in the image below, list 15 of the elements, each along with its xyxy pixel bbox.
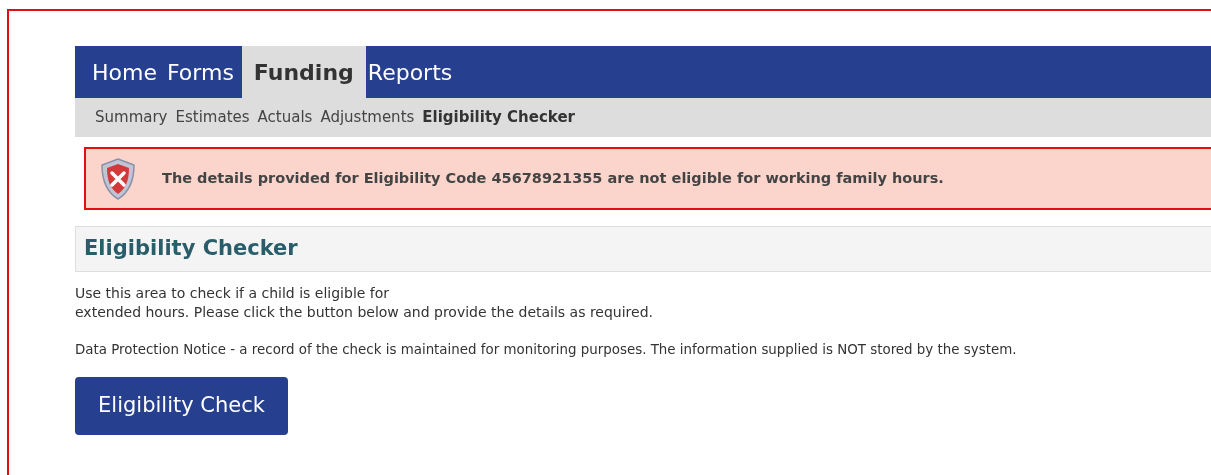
subnav-link[interactable]: Summary (95, 106, 168, 129)
subnav-link[interactable]: Estimates (175, 106, 250, 129)
subnav-link[interactable]: Eligibility Checker (422, 106, 575, 129)
nav-tab[interactable]: Forms (164, 46, 236, 98)
notice-text: Data Protection Notice - a record of the check is maintained for monitoring purposes. The information supplied is NOT stored by the system. (75, 341, 1018, 359)
eligibility-check-button[interactable]: Eligibility Check (75, 377, 288, 435)
nav-tab[interactable]: Home (90, 46, 159, 98)
intro-text: Use this area to check if a child is eligible for extended hours. Please click the button below and provide the details as required. (75, 284, 654, 322)
nav-tab[interactable]: Funding (241, 46, 366, 98)
shield-error-icon (98, 156, 138, 201)
alert-message: The details provided for Eligibility Code 45678921355 are not eligible for working family hours. (162, 168, 944, 188)
nav-tab[interactable]: Reports (365, 46, 455, 98)
section-title: Eligibility Checker (84, 235, 298, 263)
subnav-link[interactable]: Actuals (257, 106, 313, 129)
subnav-link[interactable]: Adjustments (320, 106, 415, 129)
